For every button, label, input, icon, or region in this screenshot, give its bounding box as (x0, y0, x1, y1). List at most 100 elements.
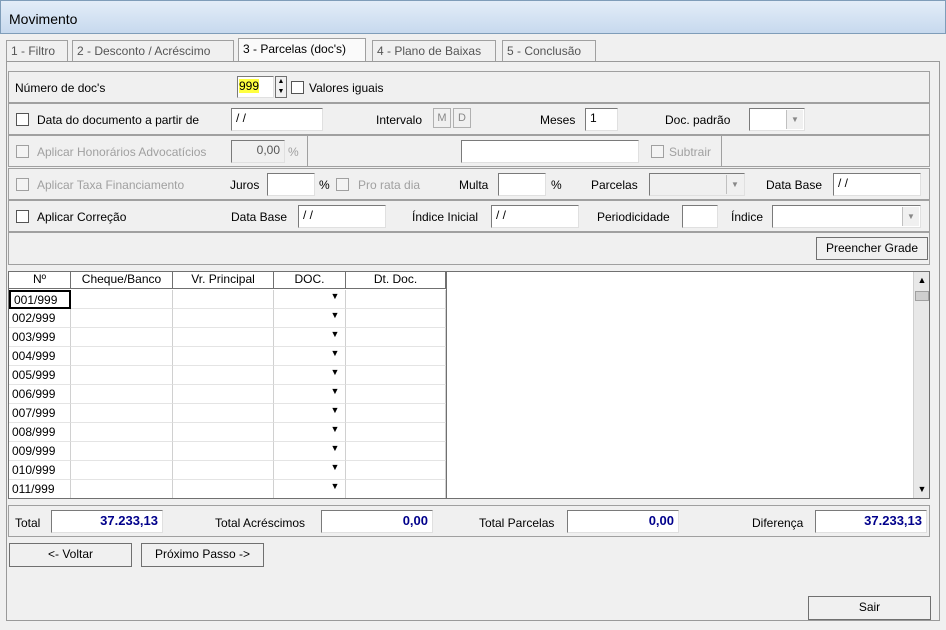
juros-field[interactable] (267, 173, 315, 196)
doc-cell[interactable]: ▼ (274, 480, 346, 498)
table-row[interactable]: 011/999 ▼ (9, 480, 446, 498)
correcao-checkbox[interactable] (16, 210, 29, 223)
doc-cell[interactable]: ▼ (274, 385, 346, 404)
dt-doc-cell[interactable] (346, 290, 446, 309)
dt-doc-cell[interactable] (346, 347, 446, 366)
dt-doc-cell[interactable] (346, 309, 446, 328)
vr-principal-cell[interactable] (173, 404, 274, 423)
numero-docs-field[interactable]: 999 (237, 76, 274, 98)
table-row[interactable]: 009/999 ▼ (9, 442, 446, 461)
vr-principal-cell[interactable] (173, 328, 274, 347)
row-number-cell[interactable]: 002/999 (9, 309, 71, 328)
grid-header-numero[interactable]: Nº (9, 272, 71, 289)
doc-cell[interactable]: ▼ (274, 442, 346, 461)
cheque-banco-cell[interactable] (71, 309, 173, 328)
indice-select[interactable]: ▼ (772, 205, 921, 228)
tab-parcelas[interactable]: 3 - Parcelas (doc's) (238, 38, 366, 62)
parcelas-grid[interactable]: Nº Cheque/Banco Vr. Principal DOC. Dt. D… (8, 271, 930, 499)
table-row[interactable]: 007/999 ▼ (9, 404, 446, 423)
row-number-cell[interactable]: 007/999 (9, 404, 71, 423)
cheque-banco-cell[interactable] (71, 480, 173, 498)
row-number-cell[interactable]: 010/999 (9, 461, 71, 480)
dt-doc-cell[interactable] (346, 480, 446, 498)
vr-principal-cell[interactable] (173, 461, 274, 480)
sair-button[interactable]: Sair (808, 596, 931, 620)
dropdown-arrow-icon[interactable]: ▼ (327, 310, 343, 326)
vr-principal-cell[interactable] (173, 309, 274, 328)
table-row[interactable]: 003/999 ▼ (9, 328, 446, 347)
cheque-banco-cell[interactable] (71, 404, 173, 423)
vr-principal-cell[interactable] (173, 366, 274, 385)
tab-desconto-acrescimo[interactable]: 2 - Desconto / Acréscimo (72, 40, 234, 61)
correcao-data-base-field[interactable]: / / (298, 205, 386, 228)
subtrair-checkbox[interactable] (651, 145, 664, 158)
financiamento-data-base-field[interactable]: / / (833, 173, 921, 196)
row-number-cell[interactable]: 008/999 (9, 423, 71, 442)
cheque-banco-cell[interactable] (71, 461, 173, 480)
chevron-down-icon[interactable]: ▼ (726, 175, 743, 194)
dropdown-arrow-icon[interactable]: ▼ (327, 405, 343, 421)
preencher-grade-button[interactable]: Preencher Grade (816, 237, 928, 260)
dropdown-arrow-icon[interactable]: ▼ (327, 386, 343, 402)
numero-docs-spinner[interactable]: ▲ ▼ (275, 76, 287, 98)
vr-principal-cell[interactable] (173, 347, 274, 366)
grid-vertical-scrollbar[interactable]: ▲ ▼ (913, 272, 929, 498)
chevron-down-icon[interactable]: ▼ (902, 207, 919, 226)
cheque-banco-cell[interactable] (71, 442, 173, 461)
row-number-cell[interactable]: 003/999 (9, 328, 71, 347)
dropdown-arrow-icon[interactable]: ▼ (327, 367, 343, 383)
doc-cell[interactable]: ▼ (274, 404, 346, 423)
indice-inicial-field[interactable]: / / (491, 205, 579, 228)
dt-doc-cell[interactable] (346, 423, 446, 442)
table-row[interactable]: 002/999 ▼ (9, 309, 446, 328)
grid-header-cheque-banco[interactable]: Cheque/Banco (71, 272, 173, 289)
honorarios-percent-field[interactable]: 0,00 (231, 140, 285, 163)
tab-filtro[interactable]: 1 - Filtro (6, 40, 68, 61)
table-row[interactable]: 006/999 ▼ (9, 385, 446, 404)
table-row[interactable]: 008/999 ▼ (9, 423, 446, 442)
periodicidade-field[interactable] (682, 205, 718, 228)
intervalo-dia-button[interactable]: D (453, 108, 471, 128)
scroll-thumb[interactable] (915, 291, 929, 301)
data-documento-field[interactable]: / / (231, 108, 323, 131)
dropdown-arrow-icon[interactable]: ▼ (327, 443, 343, 459)
doc-cell[interactable]: ▼ (274, 309, 346, 328)
row-number-cell[interactable]: 011/999 (9, 480, 71, 498)
voltar-button[interactable]: <- Voltar (9, 543, 132, 567)
tab-plano-de-baixas[interactable]: 4 - Plano de Baixas (372, 40, 496, 61)
honorarios-text-field[interactable] (461, 140, 639, 163)
scroll-up-icon[interactable]: ▲ (914, 272, 929, 289)
dropdown-arrow-icon[interactable]: ▼ (327, 481, 343, 497)
dt-doc-cell[interactable] (346, 328, 446, 347)
dropdown-arrow-icon[interactable]: ▼ (327, 291, 343, 307)
row-number-cell[interactable]: 001/999 (9, 290, 71, 309)
cheque-banco-cell[interactable] (71, 290, 173, 309)
data-documento-checkbox[interactable] (16, 113, 29, 126)
intervalo-mes-button[interactable]: M (433, 108, 451, 128)
multa-field[interactable] (498, 173, 546, 196)
grid-header-vr-principal[interactable]: Vr. Principal (173, 272, 274, 289)
honorarios-checkbox[interactable] (16, 145, 29, 158)
dropdown-arrow-icon[interactable]: ▼ (327, 348, 343, 364)
parcelas-select[interactable]: ▼ (649, 173, 745, 196)
chevron-down-icon[interactable]: ▼ (786, 110, 803, 129)
doc-padrao-select[interactable]: ▼ (749, 108, 805, 131)
cheque-banco-cell[interactable] (71, 328, 173, 347)
valores-iguais-checkbox[interactable] (291, 81, 304, 94)
cheque-banco-cell[interactable] (71, 366, 173, 385)
vr-principal-cell[interactable] (173, 442, 274, 461)
vr-principal-cell[interactable] (173, 423, 274, 442)
vr-principal-cell[interactable] (173, 480, 274, 498)
table-row[interactable]: 001/999 ▼ (9, 290, 446, 309)
doc-cell[interactable]: ▼ (274, 347, 346, 366)
scroll-down-icon[interactable]: ▼ (914, 481, 929, 498)
doc-cell[interactable]: ▼ (274, 461, 346, 480)
grid-header-dt-doc[interactable]: Dt. Doc. (346, 272, 446, 289)
doc-cell[interactable]: ▼ (274, 366, 346, 385)
row-number-cell[interactable]: 006/999 (9, 385, 71, 404)
financiamento-checkbox[interactable] (16, 178, 29, 191)
dropdown-arrow-icon[interactable]: ▼ (327, 424, 343, 440)
cheque-banco-cell[interactable] (71, 423, 173, 442)
grid-header-doc[interactable]: DOC. (274, 272, 346, 289)
table-row[interactable]: 010/999 ▼ (9, 461, 446, 480)
